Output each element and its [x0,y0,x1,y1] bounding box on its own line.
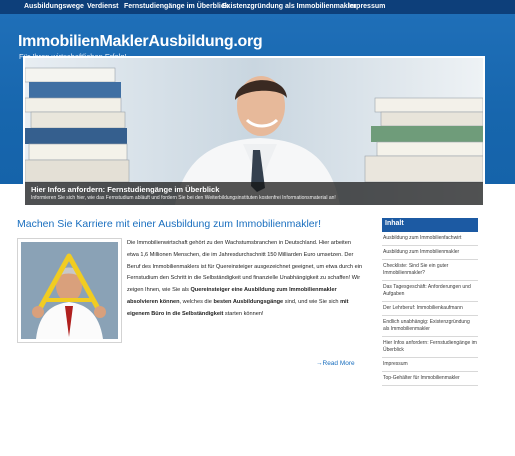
article-text-part-4: starten können! [223,310,264,317]
article-text-part-2: , welches die [179,298,214,305]
article-text-part-3: sind, und wie Sie sich [283,298,341,305]
hero-banner[interactable]: Hier Infos anfordern: Fernstudiengänge i… [23,56,485,207]
hero-caption-text: Informieren Sie sich hier, wie das Ferns… [31,195,336,201]
top-navigation: Ausbildungswege Verdienst Fernstudiengän… [0,0,515,14]
site-title[interactable]: ImmobilienMaklerAusbildung.org [18,33,263,51]
sidebar-item-impressum[interactable]: Impressum [382,358,478,372]
article-image [17,238,122,343]
article-text-part-1: Die Immobilienwirtschaft gehört zu den W… [127,240,363,294]
nav-item-impressum[interactable]: Impressum [348,1,385,13]
nav-item-existenzgruendung[interactable]: Existenzgründung als Immobilienmakler [222,1,356,13]
sidebar-item-tagesgeschaeft[interactable]: Das Tagesgeschäft: Anforderungen und Auf… [382,281,478,302]
article-bold-ausbildungsgaenge: besten Ausbildungsgänge [213,298,284,305]
nav-item-fernstudiengaenge[interactable]: Fernstudiengänge im Überblick [124,1,229,13]
sidebar-item-checkliste[interactable]: Checkliste: Sind Sie ein guter Immobilie… [382,260,478,281]
page-title: Machen Sie Karriere mit einer Ausbildung… [17,218,322,230]
nav-item-ausbildungswege[interactable]: Ausbildungswege [24,1,84,13]
sidebar-heading: Inhalt [382,218,478,232]
sidebar-item-existenzgruendung[interactable]: Endlich unabhängig: Existenzgründung als… [382,316,478,337]
sidebar-item-top-gehaelter[interactable]: Top-Gehälter für Immobilienmakler [382,372,478,386]
sidebar-item-lehrberuf[interactable]: Der Lehrberuf: Immobilienkaufmann [382,302,478,316]
article-text: Die Immobilienwirtschaft gehört zu den W… [127,238,363,321]
sidebar-item-immobilienmakler[interactable]: Ausbildung zum Immobilienmakler [382,246,478,260]
nav-item-verdienst[interactable]: Verdienst [87,1,119,13]
hero-caption-title[interactable]: Hier Infos anfordern: Fernstudiengänge i… [31,185,219,194]
sidebar-item-infos-anfordern[interactable]: Hier Infos anfordern: Fernstudiengänge i… [382,337,478,358]
man-with-house-frame-image [21,242,118,339]
sidebar: Inhalt Ausbildung zum Immobilienfachwirt… [382,218,478,386]
read-more-link[interactable]: →Read More [316,360,355,367]
hero-caption[interactable]: Hier Infos anfordern: Fernstudiengänge i… [25,182,483,205]
sidebar-item-immobilienfachwirt[interactable]: Ausbildung zum Immobilienfachwirt [382,232,478,246]
